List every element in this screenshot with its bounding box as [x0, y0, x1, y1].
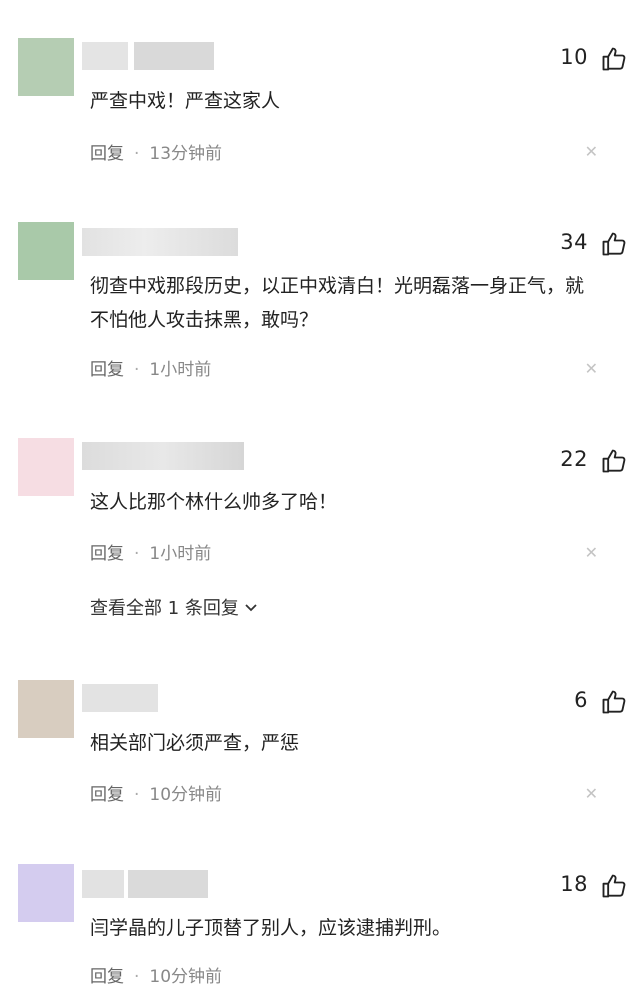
avatar[interactable] [18, 222, 74, 280]
close-icon[interactable]: ✕ [585, 142, 598, 161]
like-count: 6 [574, 688, 588, 712]
view-all-replies-link[interactable]: 查看全部 1 条回复 [90, 594, 259, 620]
close-icon[interactable]: ✕ [585, 784, 598, 803]
reply-button[interactable]: 回复 [90, 967, 124, 987]
timestamp: 13分钟前 [149, 144, 223, 164]
username-blurred[interactable] [82, 442, 244, 470]
view-all-replies-label: 查看全部 1 条回复 [90, 598, 239, 619]
like-count: 18 [560, 872, 588, 896]
close-icon[interactable]: ✕ [585, 359, 598, 378]
comment-meta: 回复 · 1小时前 [90, 544, 212, 564]
username-blurred[interactable] [128, 870, 208, 898]
thumbs-up-icon[interactable] [600, 45, 628, 73]
username-blurred[interactable] [82, 228, 238, 256]
comment-text: 闫学晶的儿子顶替了别人，应该逮捕判刑。 [90, 917, 452, 939]
username-blurred[interactable] [82, 684, 158, 712]
timestamp: 10分钟前 [149, 785, 223, 805]
reply-button[interactable]: 回复 [90, 544, 124, 564]
thumbs-up-icon[interactable] [600, 872, 628, 900]
comment-meta: 回复 · 13分钟前 [90, 144, 223, 164]
username-blurred[interactable] [134, 42, 214, 70]
chevron-down-icon [245, 604, 257, 612]
avatar[interactable] [18, 864, 74, 922]
comment-text: 这人比那个林什么帅多了哈！ [90, 491, 338, 513]
timestamp: 1小时前 [149, 544, 212, 564]
avatar[interactable] [18, 438, 74, 496]
reply-button[interactable]: 回复 [90, 360, 124, 380]
comment-text: 相关部门必须严查，严惩 [90, 732, 300, 754]
reply-button[interactable]: 回复 [90, 785, 124, 805]
comment-meta: 回复 · 10分钟前 [90, 967, 223, 987]
comment-text: 严查中戏！严查这家人 [90, 90, 281, 112]
reply-button[interactable]: 回复 [90, 144, 124, 164]
avatar[interactable] [18, 38, 74, 96]
comment-meta: 回复 · 1小时前 [90, 360, 212, 380]
comment-meta: 回复 · 10分钟前 [90, 785, 223, 805]
avatar[interactable] [18, 680, 74, 738]
thumbs-up-icon[interactable] [600, 447, 628, 475]
timestamp: 1小时前 [149, 360, 212, 380]
like-count: 22 [560, 447, 588, 471]
username-blurred[interactable] [82, 870, 124, 898]
like-count: 10 [560, 45, 588, 69]
thumbs-up-icon[interactable] [600, 688, 628, 716]
like-count: 34 [560, 230, 588, 254]
username-blurred[interactable] [82, 42, 128, 70]
close-icon[interactable]: ✕ [585, 543, 598, 562]
timestamp: 10分钟前 [149, 967, 223, 987]
comment-text: 彻查中戏那段历史，以正中戏清白！光明磊落一身正气，就不怕他人攻击抹黑，敢吗？ [90, 275, 585, 331]
thumbs-up-icon[interactable] [600, 230, 628, 258]
